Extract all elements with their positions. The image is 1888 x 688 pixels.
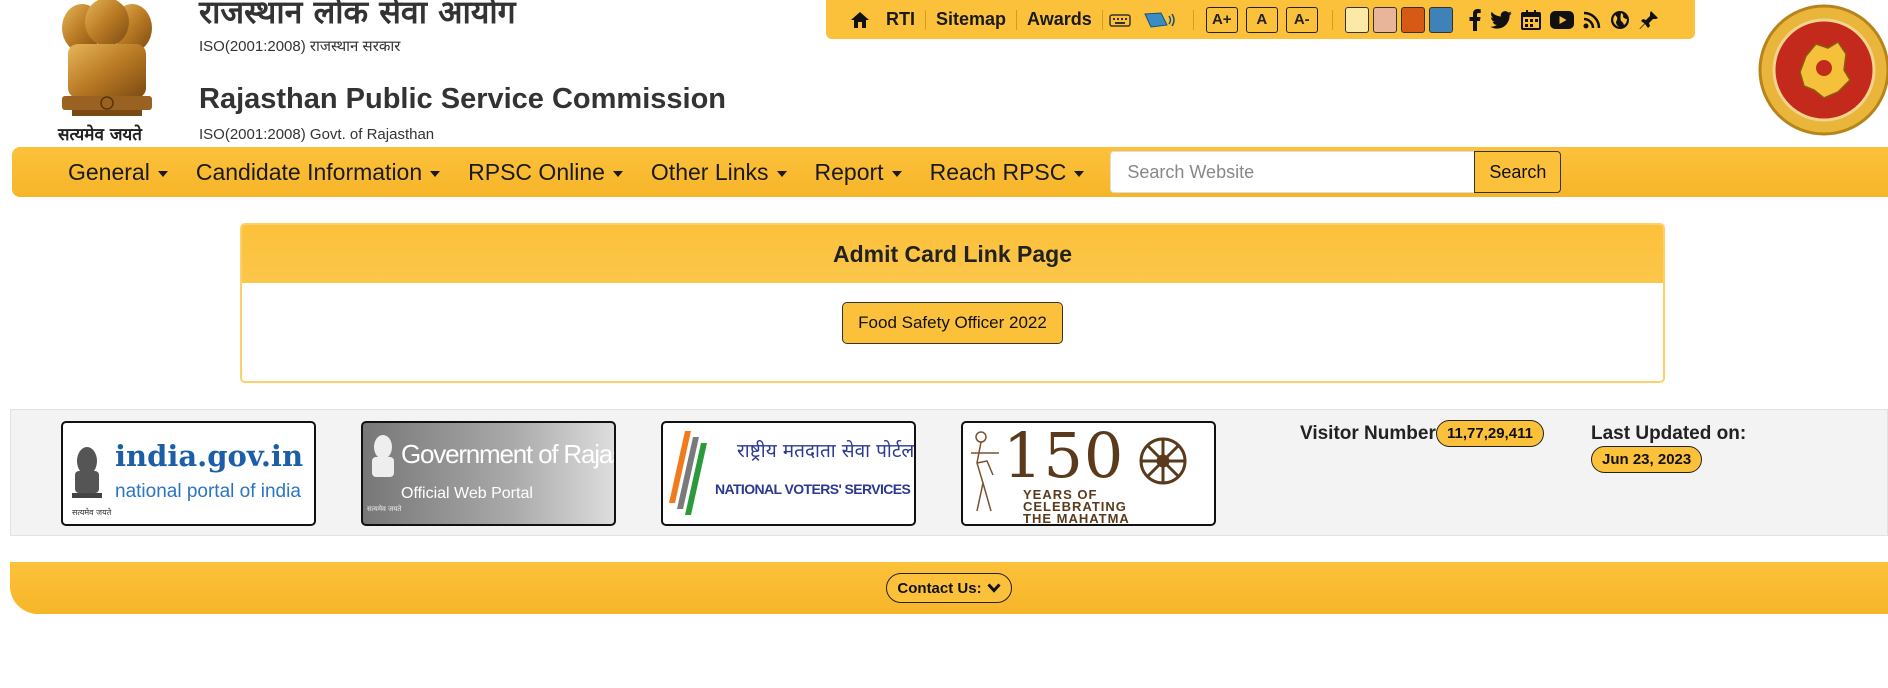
rajasthan-emblem-icon: सत्यमेव जयते (367, 435, 402, 513)
india-gov-title: india.gov.in (115, 439, 304, 473)
nav-reach-rpsc[interactable]: Reach RPSC (916, 147, 1099, 197)
accessibility-toolbar: RTI Sitemap Awards A+ A A- (826, 0, 1695, 39)
nav-candidate-information-label: Candidate Information (195, 158, 423, 185)
toolbar-divider (1192, 9, 1194, 30)
voters-portal-logo-icon (669, 431, 707, 515)
page: सत्यमेव जयते राजस्थान लोक सेवा आयोग ISO(… (0, 0, 1888, 688)
toolbar-divider (1331, 9, 1333, 30)
mahatma-line-3: THE MAHATMA (1023, 511, 1130, 526)
emblem-caption: सत्यमेव जयते (58, 125, 142, 145)
last-updated-date-badge: Jun 23, 2023 (1591, 446, 1703, 473)
rti-link[interactable]: RTI (876, 0, 925, 39)
nav-report[interactable]: Report (801, 147, 916, 197)
voters-portal-link[interactable]: राष्ट्रीय मतदाता सेवा पोर्टल NATIONAL VO… (661, 421, 916, 526)
panel-body: Food Safety Officer 2022 (242, 283, 1663, 344)
rajasthan-gov-subtitle: Official Web Portal (401, 485, 533, 502)
sitemap-link[interactable]: Sitemap (926, 0, 1016, 39)
rajasthan-gov-link[interactable]: सत्यमेव जयते Government of Rajasthan Off… (361, 421, 616, 526)
search-button[interactable]: Search (1474, 151, 1562, 193)
home-icon[interactable] (844, 0, 876, 39)
theme-swatch-peach[interactable] (1372, 6, 1397, 33)
voters-portal-title: राष्ट्रीय मतदाता सेवा पोर्टल (737, 440, 915, 462)
admit-card-panel: Admit Card Link Page Food Safety Officer… (240, 223, 1665, 383)
voters-portal-subtitle: NATIONAL VOTERS' SERVICES PORTAL (715, 481, 914, 497)
site-subtitle-english: ISO(2001:2008) Govt. of Rajasthan (199, 126, 435, 143)
main-navigation: General Candidate Information RPSC Onlin… (12, 147, 1888, 197)
nav-other-links-label: Other Links (650, 158, 769, 185)
rajasthan-emblem-caption: सत्यमेव जयते (367, 504, 402, 513)
nav-candidate-information[interactable]: Candidate Information (182, 147, 454, 197)
theme-swatch-blue[interactable] (1428, 6, 1453, 33)
india-emblem-caption: सत्यमेव जयते (72, 507, 112, 517)
caret-down-icon (776, 170, 787, 177)
india-gov-subtitle: national portal of india (115, 481, 301, 502)
caret-down-icon (1074, 170, 1085, 177)
nav-reach-rpsc-label: Reach RPSC (929, 158, 1067, 185)
theme-swatch-light[interactable] (1344, 6, 1369, 33)
font-decrease-button[interactable]: A- (1285, 6, 1318, 33)
footer-bar: Contact Us: (10, 562, 1888, 614)
food-safety-officer-admit-card-button[interactable]: Food Safety Officer 2022 (842, 302, 1063, 344)
contact-us-label: Contact Us: (897, 579, 982, 597)
youtube-icon[interactable] (1549, 10, 1574, 29)
nav-general[interactable]: General (54, 147, 182, 197)
nav-other-links[interactable]: Other Links (637, 147, 801, 197)
nav-rpsc-online-label: RPSC Online (468, 158, 605, 185)
screen-reader-icon[interactable] (1137, 0, 1185, 39)
mahatma-150-link[interactable]: 150 YEARS OF CELEBRATING THE MAHATMA (961, 421, 1216, 526)
theme-swatch-orange[interactable] (1400, 6, 1425, 33)
search-form: Search (1110, 151, 1562, 193)
nav-general-label: General (68, 158, 150, 185)
keyboard-icon[interactable] (1103, 0, 1137, 39)
contact-us-button[interactable]: Contact Us: (886, 573, 1012, 603)
caret-down-icon (430, 170, 441, 177)
site-subtitle-hindi: ISO(2001:2008) राजस्थान सरकार (199, 38, 401, 55)
caret-down-icon (891, 170, 902, 177)
india-gov-link[interactable]: सत्यमेव जयते india.gov.in national porta… (61, 421, 316, 526)
facebook-icon[interactable] (1469, 8, 1481, 31)
font-normal-button[interactable]: A (1245, 6, 1278, 33)
site-title-english: Rajasthan Public Service Commission (199, 83, 727, 115)
visitor-count-badge: 11,77,29,411 (1436, 420, 1544, 447)
panel-title: Admit Card Link Page (242, 225, 1663, 283)
rajasthan-gov-title: Government of Rajasthan (401, 439, 614, 469)
caret-down-icon (612, 170, 623, 177)
twitter-icon[interactable] (1489, 10, 1512, 29)
site-title-hindi: राजस्थान लोक सेवा आयोग (199, 0, 516, 31)
social-links (1469, 8, 1659, 31)
nav-rpsc-online[interactable]: RPSC Online (454, 147, 637, 197)
nav-report-label: Report (814, 158, 884, 185)
rss-icon[interactable] (1583, 11, 1601, 29)
font-increase-button[interactable]: A+ (1205, 6, 1238, 33)
awards-link[interactable]: Awards (1017, 0, 1102, 39)
visitor-number-label: Visitor Number: (1300, 423, 1443, 444)
caret-down-icon (157, 170, 168, 177)
mahatma-150-number: 150 (1003, 421, 1125, 492)
calendar-icon[interactable] (1520, 9, 1541, 30)
pin-icon[interactable] (1639, 10, 1659, 30)
globe-icon[interactable] (1610, 10, 1630, 30)
rpsc-seal-logo (1758, 4, 1888, 136)
chevron-down-icon (986, 583, 1001, 593)
last-updated-label: Last Updated on: (1591, 423, 1747, 444)
portal-links-strip: सत्यमेव जयते india.gov.in national porta… (10, 409, 1888, 536)
search-input[interactable] (1110, 151, 1475, 193)
